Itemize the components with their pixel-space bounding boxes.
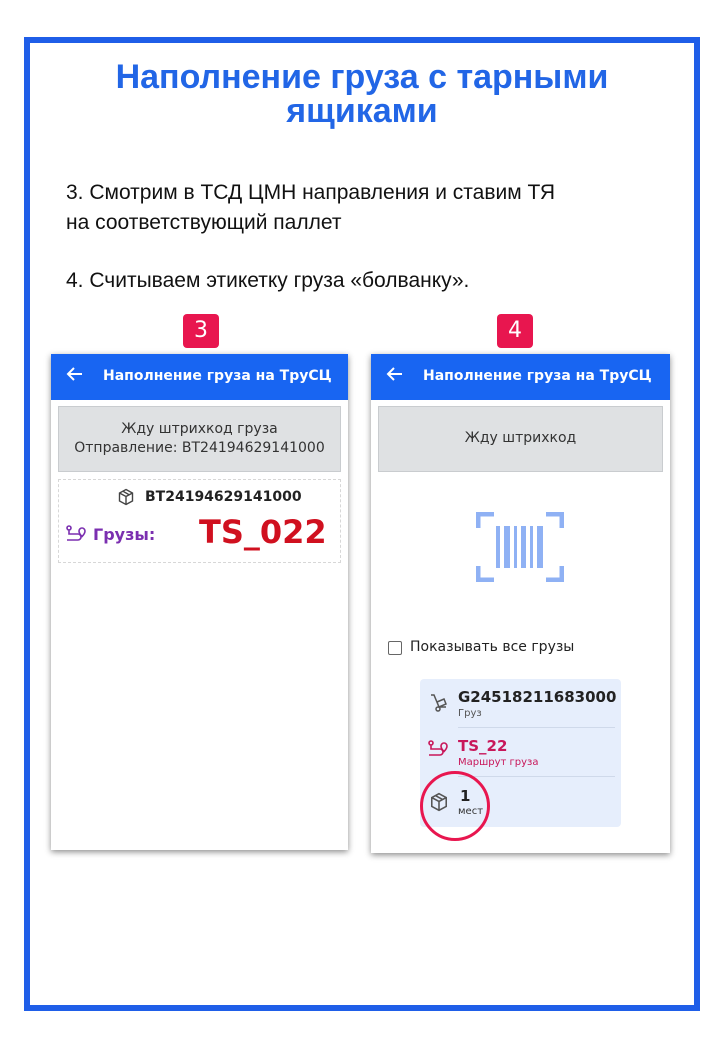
scan-shipment-label: Отправление: BT24194629141000 <box>74 440 325 456</box>
phone-screen-step-4: Наполнение груза на ТруСЦ Жду штрихкод П… <box>371 354 670 853</box>
title-line-1: Наполнение груза с тарными <box>115 58 609 96</box>
scan-prompt-box: Жду штрихкод груза Отправление: BT241946… <box>58 406 341 472</box>
step-3-text: 3. Смотрим в ТСД ЦМН направления и стави… <box>66 178 656 238</box>
scan-prompt-box: Жду штрихкод <box>378 406 663 472</box>
route-caption: Маршрут груза <box>458 757 539 768</box>
app-bar-title: Наполнение груза на ТруСЦ <box>423 368 652 384</box>
arrow-left-icon[interactable] <box>385 364 405 390</box>
cargo-caption: Груз <box>458 708 482 719</box>
shipment-card: BT24194629141000 Грузы: TS_022 <box>58 479 341 563</box>
title-line-2: ящиками <box>286 92 438 130</box>
step-4-text: 4. Считываем этикетку груза «болванку». <box>66 269 470 292</box>
cargo-code: G24518211683000 <box>458 688 617 706</box>
scan-prompt-label: Жду штрихкод <box>464 430 577 446</box>
phone-screen-step-3: Наполнение груза на ТруСЦ Жду штрихкод г… <box>51 354 348 850</box>
cargo-label: Грузы: <box>93 525 156 544</box>
show-all-checkbox[interactable] <box>388 641 402 655</box>
cargo-value: TS_022 <box>199 513 327 551</box>
show-all-label: Показывать все грузы <box>410 639 575 655</box>
route-icon <box>65 524 87 549</box>
app-bar-title: Наполнение груза на ТруСЦ <box>103 368 332 384</box>
step-badge-4: 4 <box>497 314 533 348</box>
step-3-line-2: на соответствующий паллет <box>66 211 342 234</box>
highlight-circle <box>420 771 490 841</box>
page-title: Наполнение груза с тарными ящиками <box>24 60 700 128</box>
box-icon <box>117 488 135 511</box>
shipment-code: BT24194629141000 <box>145 489 302 505</box>
arrow-left-icon[interactable] <box>65 364 85 390</box>
hand-truck-icon <box>429 693 449 718</box>
row-divider <box>458 727 615 728</box>
app-bar: Наполнение груза на ТруСЦ <box>371 354 670 400</box>
route-icon <box>427 739 449 764</box>
scan-prompt-label: Жду штрихкод груза <box>121 421 278 437</box>
barcode-scan-icon <box>475 511 565 587</box>
row-divider <box>458 776 615 777</box>
route-value: TS_22 <box>458 737 508 755</box>
step-badge-3: 3 <box>183 314 219 348</box>
app-bar: Наполнение груза на ТруСЦ <box>51 354 348 400</box>
step-3-line-1: 3. Смотрим в ТСД ЦМН направления и стави… <box>66 181 556 204</box>
